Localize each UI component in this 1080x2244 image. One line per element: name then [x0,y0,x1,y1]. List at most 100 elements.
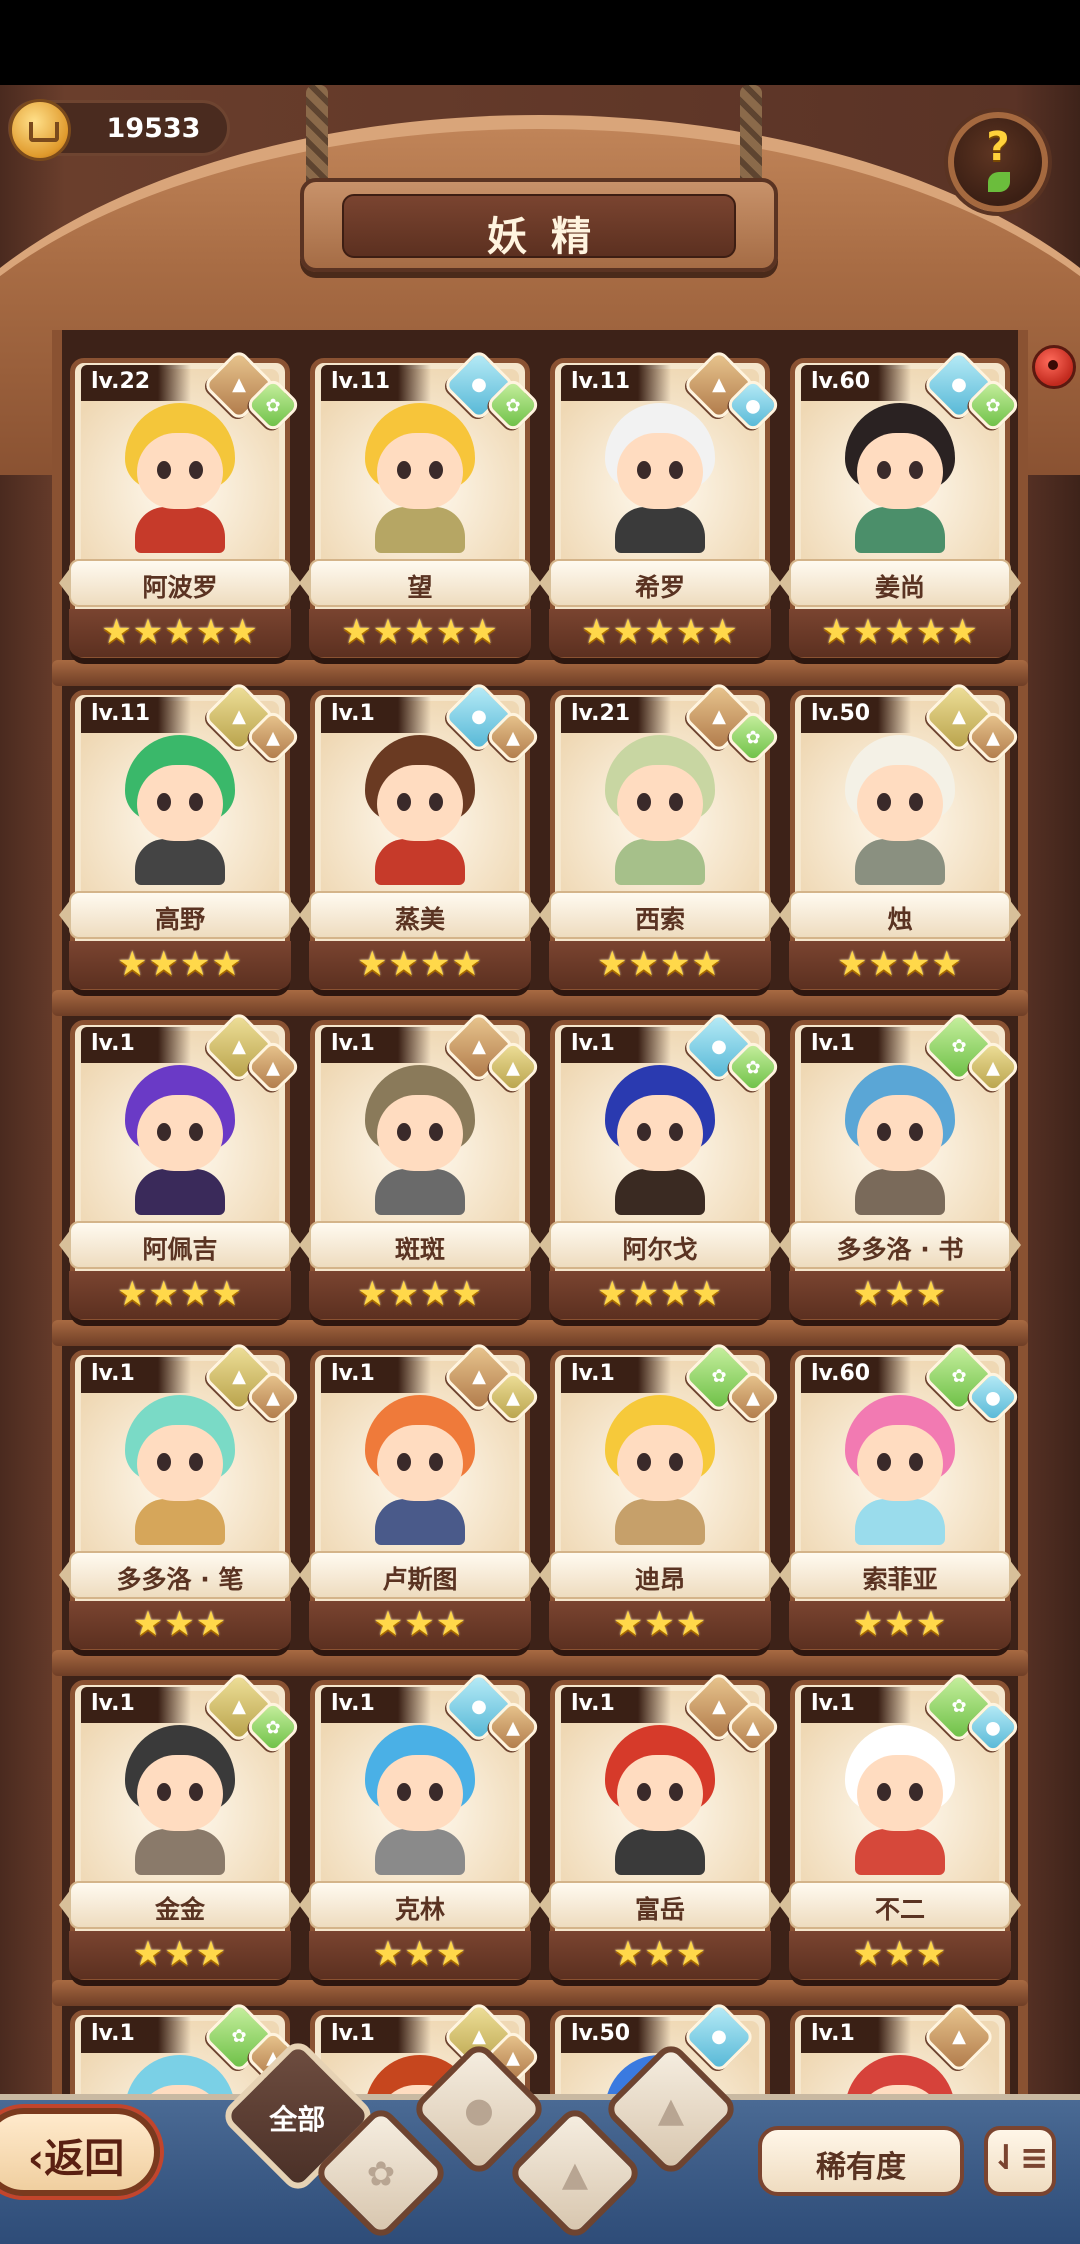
spirit-card[interactable]: lv.1 阿尔戈 ★★★★ ● ✿ [539,1010,782,1320]
shelf-divider [52,660,1028,686]
element-glyph: ▲ [712,374,726,395]
spirit-card[interactable]: lv.1 蒸美 ★★★★ ● ▲ [299,680,542,990]
name-ribbon: 高野 [59,891,301,939]
element-glyph: ✿ [951,1696,967,1717]
element-glyph: ▲ [266,1057,280,1079]
portrait-face [857,1425,943,1501]
spirit-card[interactable]: lv.1 斑斑 ★★★★ ▲ ▲ [299,1010,542,1320]
element-glyph: ▲ [472,1366,486,1387]
spirit-name: 克林 [394,1895,445,1924]
spirit-card[interactable]: lv.11 高野 ★★★★ ▲ ▲ [59,680,302,990]
portrait-eye-left [637,1453,651,1471]
rarity-bar: ★★★★ [549,941,771,989]
portrait-eye-left [397,793,411,811]
spirit-card[interactable]: lv.60 姜尚 ★★★★★ ● ✿ [779,348,1022,658]
spirit-card[interactable]: lv.1 富岳 ★★★ ▲ ▲ [539,1670,782,1980]
element-glyph: ▲ [232,374,246,395]
name-ribbon: 西索 [539,891,781,939]
portrait-eye-right [909,793,923,811]
spirit-name: 姜尚 [874,573,925,602]
element-glyph: ▲ [266,1387,280,1409]
element-glyph: ✿ [231,2026,247,2047]
element-glyph: ▲ [232,1036,246,1057]
level-badge: lv.22 [81,365,191,401]
spirit-card[interactable]: lv.1 不二 ★★★ ✿ ● [779,1670,1022,1980]
spirit-portrait [355,735,485,885]
spirit-portrait [835,403,965,553]
level-badge: lv.60 [801,365,911,401]
spirit-card[interactable]: lv.11 希罗 ★★★★★ ▲ ● [539,348,782,658]
sort-icon: ⇃≡ [991,2138,1049,2178]
spirit-card[interactable]: lv.1 多多洛 · 笔 ★★★ ▲ ▲ [59,1340,302,1650]
element-glyph: ✿ [985,395,1001,417]
rarity-bar: ★★★ [549,1931,771,1979]
spirit-portrait [355,1725,485,1875]
spirit-card[interactable]: lv.21 西索 ★★★★ ▲ ✿ [539,680,782,990]
spirit-portrait [355,1395,485,1545]
spirit-card[interactable]: lv.1 金金 ★★★ ▲ ✿ [59,1670,302,1980]
name-ribbon: 烛 [779,891,1021,939]
spirit-name: 阿佩吉 [142,1235,218,1264]
element-glyph: ▲ [506,1057,520,1079]
element-glyph: ● [985,1387,1001,1409]
spirit-portrait [835,1725,965,1875]
portrait-eye-left [157,1783,171,1801]
sort-order-button[interactable]: ⇃≡ [984,2126,1056,2196]
portrait-eye-left [157,1453,171,1471]
portrait-face [617,1755,703,1831]
portrait-face [857,1755,943,1831]
portrait-eye-left [397,1123,411,1141]
portrait-eye-left [637,461,651,479]
name-ribbon: 富岳 [539,1881,781,1929]
rarity-stars: ★★★★★ [581,612,739,652]
element-glyph: ● [471,374,487,395]
spirit-card[interactable]: lv.1 卢斯图 ★★★ ▲ ▲ [299,1340,542,1650]
name-ribbon: 希罗 [539,559,781,607]
level-badge: lv.1 [561,1687,671,1723]
portrait-face [857,433,943,509]
rarity-stars: ★★★ [612,1604,708,1644]
rarity-bar: ★★★ [309,1931,531,1979]
level-badge: lv.60 [801,1357,911,1393]
spirit-portrait [835,1065,965,1215]
chevron-left-icon: ‹ [27,2136,45,2182]
portrait-body [855,507,945,553]
name-ribbon: 阿佩吉 [59,1221,301,1269]
portrait-face [857,765,943,841]
spirit-portrait [115,403,245,553]
rarity-bar: ★★★★ [309,1271,531,1319]
portrait-body [135,507,225,553]
portrait-body [375,1829,465,1875]
spirit-portrait [835,735,965,885]
spirit-card[interactable]: lv.1 多多洛 · 书 ★★★ ✿ ▲ [779,1010,1022,1320]
portrait-eye-left [397,1783,411,1801]
spirit-card[interactable]: lv.11 望 ★★★★★ ● ✿ [299,348,542,658]
spirit-card[interactable]: lv.1 阿佩吉 ★★★★ ▲ ▲ [59,1010,302,1320]
name-ribbon: 蒸美 [299,891,541,939]
help-button[interactable]: ? [948,112,1048,212]
portrait-eye-left [157,1123,171,1141]
spirit-name: 金金 [154,1895,205,1924]
currency-value: 19533 [106,113,201,144]
spirit-card[interactable]: lv.50 烛 ★★★★ ▲ ▲ [779,680,1022,990]
title-sign: 妖精 [300,178,778,272]
spirit-card[interactable]: lv.1 迪昂 ★★★ ✿ ▲ [539,1340,782,1650]
portrait-eye-right [669,1783,683,1801]
spirit-card[interactable]: lv.1 克林 ★★★ ● ▲ [299,1670,542,1980]
element-glyph: ✿ [265,1717,281,1739]
element-glyph: ▲ [472,1036,486,1057]
spirit-portrait [595,403,725,553]
portrait-eye-right [189,793,203,811]
portrait-eye-left [637,1123,651,1141]
portrait-face [377,433,463,509]
level-badge: lv.50 [561,2017,671,2053]
portrait-eye-left [397,1453,411,1471]
spirit-card[interactable]: lv.60 索菲亚 ★★★ ✿ ● [779,1340,1022,1650]
name-ribbon: 不二 [779,1881,1021,1929]
back-button[interactable]: ‹返回 [0,2108,160,2196]
scroll-indicator-icon[interactable] [1032,345,1076,389]
portrait-face [137,1425,223,1501]
rarity-sort-button[interactable]: 稀有度 [758,2126,964,2196]
spirit-card[interactable]: lv.22 阿波罗 ★★★★★ ▲ ✿ [59,348,302,658]
rarity-bar: ★★★★★ [69,609,291,657]
